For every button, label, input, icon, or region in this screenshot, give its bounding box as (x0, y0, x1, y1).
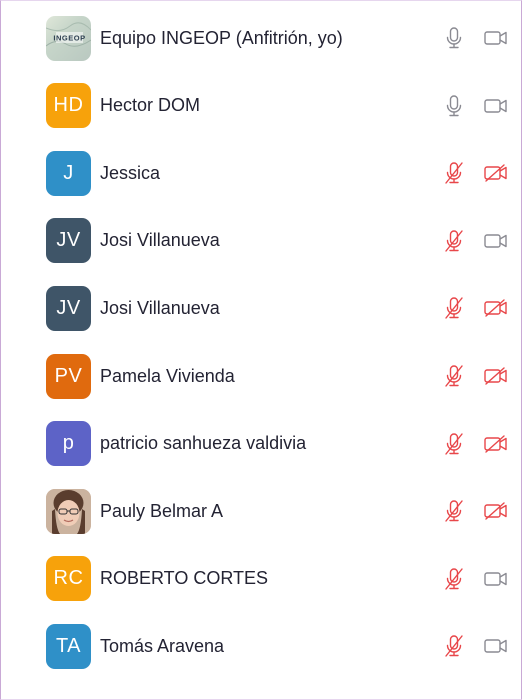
avatar: p (46, 421, 91, 467)
participant-name: ROBERTO CORTES (100, 568, 269, 589)
participant-row[interactable]: PV Pamela Vivienda (0, 342, 522, 410)
participant-row[interactable]: HD Hector DOM (0, 72, 522, 140)
avatar-initials: RC (53, 567, 84, 590)
mic-icon[interactable] (443, 94, 465, 118)
avatar-initials: PV (54, 364, 83, 387)
participant-name: patricio sanhueza valdivia (100, 433, 307, 454)
mic-muted-icon[interactable] (443, 567, 465, 591)
mic-muted-icon[interactable] (443, 229, 465, 253)
participant-name: Jessica (100, 162, 161, 183)
video-off-icon[interactable] (482, 297, 510, 319)
participant-row[interactable]: J Jessica (0, 139, 522, 207)
participant-name: Josi Villanueva (100, 230, 220, 251)
mic-muted-icon[interactable] (443, 364, 465, 388)
video-camera-icon[interactable] (482, 27, 510, 49)
participant-row[interactable]: TA Tomás Aravena (0, 612, 522, 680)
avatar-initials: JV (56, 296, 81, 319)
video-camera-icon[interactable] (482, 230, 510, 252)
participant-row[interactable]: JV Josi Villanueva (0, 207, 522, 275)
participant-row[interactable]: JV Josi Villanueva (0, 274, 522, 342)
avatar-initials: JV (56, 229, 81, 252)
avatar: PV (46, 353, 91, 399)
participant-row[interactable]: p patricio sanhueza valdivia (0, 410, 522, 478)
video-camera-icon[interactable] (482, 95, 510, 117)
avatar: JV (46, 218, 91, 264)
mic-muted-icon[interactable] (443, 634, 465, 658)
video-off-icon[interactable] (482, 433, 510, 455)
participant-row[interactable]: RC ROBERTO CORTES (0, 545, 522, 613)
mic-muted-icon[interactable] (443, 161, 465, 185)
participant-name: Hector DOM (100, 95, 201, 116)
participant-name: Tomás Aravena (100, 635, 225, 656)
participant-row[interactable]: INGEOP Equipo INGEOP (Anfitrión, yo) (0, 4, 522, 72)
participant-row[interactable]: Pauly Belmar A (0, 477, 522, 545)
participant-name: Equipo INGEOP (Anfitrión, yo) (100, 27, 343, 48)
svg-text:INGEOP: INGEOP (53, 33, 85, 42)
avatar-initials: J (63, 161, 74, 184)
mic-muted-icon[interactable] (443, 432, 465, 456)
avatar: J (46, 150, 91, 196)
participant-name: Pamela Vivienda (100, 365, 235, 386)
video-camera-icon[interactable] (482, 568, 510, 590)
video-off-icon[interactable] (482, 500, 510, 522)
avatar: TA (46, 623, 91, 669)
avatar: HD (46, 83, 91, 129)
avatar-initials: p (62, 432, 75, 455)
video-camera-icon[interactable] (482, 635, 510, 657)
video-off-icon[interactable] (482, 365, 510, 387)
avatar: JV (46, 285, 91, 331)
mic-muted-icon[interactable] (443, 499, 465, 523)
video-off-icon[interactable] (482, 162, 510, 184)
avatar-initials: TA (55, 634, 82, 657)
mic-muted-icon[interactable] (443, 296, 465, 320)
participant-name: Pauly Belmar A (100, 500, 224, 521)
participant-name: Josi Villanueva (100, 297, 220, 318)
avatar: INGEOP (46, 15, 91, 61)
mic-icon[interactable] (443, 26, 465, 50)
avatar: RC (46, 556, 91, 602)
avatar (46, 488, 91, 534)
avatar-initials: HD (53, 94, 84, 117)
